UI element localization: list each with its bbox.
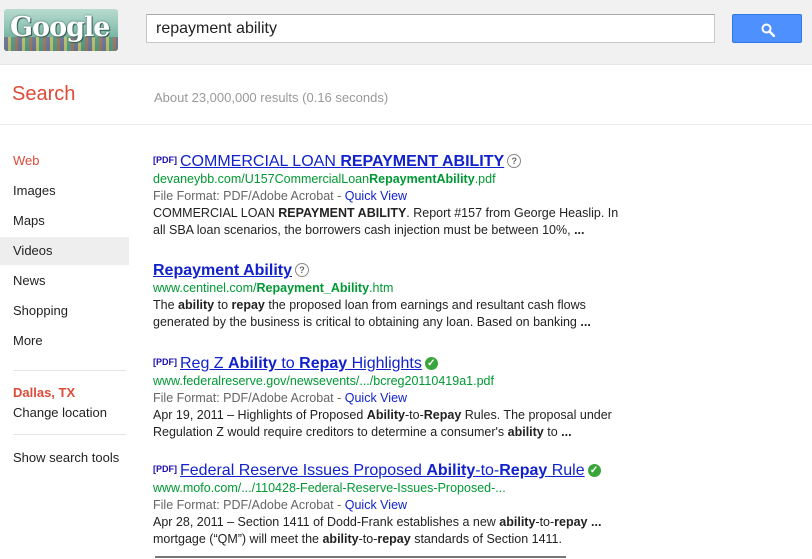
result-url: www.centinel.com/Repayment_Ability.htm	[153, 281, 394, 295]
logo-text: Google	[10, 12, 110, 43]
quick-view-link[interactable]: Quick View	[345, 189, 407, 203]
result-snippet: Apr 19, 2011 – Highlights of Proposed Ab…	[153, 408, 612, 422]
search-result: [PDF] Reg Z Ability to Repay Highlights ✓ …	[153, 354, 673, 441]
show-search-tools-link[interactable]: Show search tools	[13, 450, 119, 465]
nav-item-shopping[interactable]: Shopping	[0, 297, 129, 325]
pdf-tag: [PDF]	[153, 464, 177, 474]
search-result: Repayment Ability? www.centinel.com/Repa…	[153, 261, 673, 331]
change-location-link[interactable]: Change location	[13, 405, 107, 420]
section-title: Search	[12, 83, 76, 105]
verified-check-icon: ✓	[587, 464, 601, 477]
search-icon	[761, 23, 775, 37]
nav-item-videos[interactable]: Videos	[0, 237, 129, 265]
nav-item-more[interactable]: More	[0, 327, 129, 355]
question-icon[interactable]: ?	[507, 154, 522, 168]
verified-check-icon: ✓	[424, 357, 438, 370]
result-snippet: COMMERCIAL LOAN REPAYMENT ABILITY. Repor…	[153, 206, 619, 220]
nav-divider	[13, 370, 126, 371]
nav-item-news[interactable]: News	[0, 267, 129, 295]
result-url: devaneybb.com/U157CommercialLoanRepaymen…	[153, 172, 496, 186]
location-city: Dallas, TX	[13, 385, 76, 400]
result-stats: About 23,000,000 results (0.16 seconds)	[154, 90, 389, 105]
nav-item-web[interactable]: Web	[0, 147, 129, 175]
file-format-line: File Format: PDF/Adobe Acrobat - Quick V…	[153, 189, 408, 203]
horizontal-scrollbar[interactable]	[155, 556, 566, 558]
result-snippet: all SBA loan scenarios, the borrowers ca…	[153, 223, 585, 237]
file-format-line: File Format: PDF/Adobe Acrobat - Quick V…	[153, 498, 408, 512]
pdf-tag: [PDF]	[153, 155, 177, 165]
file-format-line: File Format: PDF/Adobe Acrobat - Quick V…	[153, 391, 408, 405]
google-doodle-logo[interactable]: Google	[4, 9, 118, 51]
result-snippet: Regulation Z would require creditors to …	[153, 425, 572, 439]
search-button[interactable]	[732, 14, 802, 43]
result-snippet: The ability to repay the proposed loan f…	[153, 298, 586, 312]
result-title-link[interactable]: Repayment Ability	[153, 262, 292, 279]
header-bar: Google	[0, 0, 812, 65]
nav-divider	[13, 434, 126, 435]
quick-view-link[interactable]: Quick View	[345, 498, 407, 512]
quick-view-link[interactable]: Quick View	[345, 391, 407, 405]
result-snippet: Apr 28, 2011 – Section 1411 of Dodd-Fran…	[153, 515, 602, 529]
result-title-link[interactable]: Reg Z Ability to Repay Highlights	[180, 355, 422, 372]
divider	[0, 124, 812, 125]
nav-item-images[interactable]: Images	[0, 177, 129, 205]
search-result: [PDF] Federal Reserve Issues Proposed Abi…	[153, 461, 673, 548]
question-icon[interactable]: ?	[295, 263, 309, 277]
result-title-link[interactable]: Federal Reserve Issues Proposed Ability-…	[180, 462, 585, 479]
result-snippet: generated by the business is critical to…	[153, 315, 591, 329]
nav-item-maps[interactable]: Maps	[0, 207, 129, 235]
result-url: www.mofo.com/.../110428-Federal-Reserve-…	[153, 481, 506, 495]
result-title-link[interactable]: COMMERCIAL LOAN REPAYMENT ABILITY	[180, 153, 504, 170]
result-snippet: mortgage (“QM”) will meet the ability-to…	[153, 532, 562, 546]
pdf-tag: [PDF]	[153, 357, 177, 367]
search-box[interactable]	[146, 14, 715, 43]
search-result: [PDF] COMMERCIAL LOAN REPAYMENT ABILITY? …	[153, 152, 673, 239]
result-url: www.federalreserve.gov/newsevents/.../bc…	[153, 374, 494, 388]
search-input[interactable]	[156, 20, 696, 38]
